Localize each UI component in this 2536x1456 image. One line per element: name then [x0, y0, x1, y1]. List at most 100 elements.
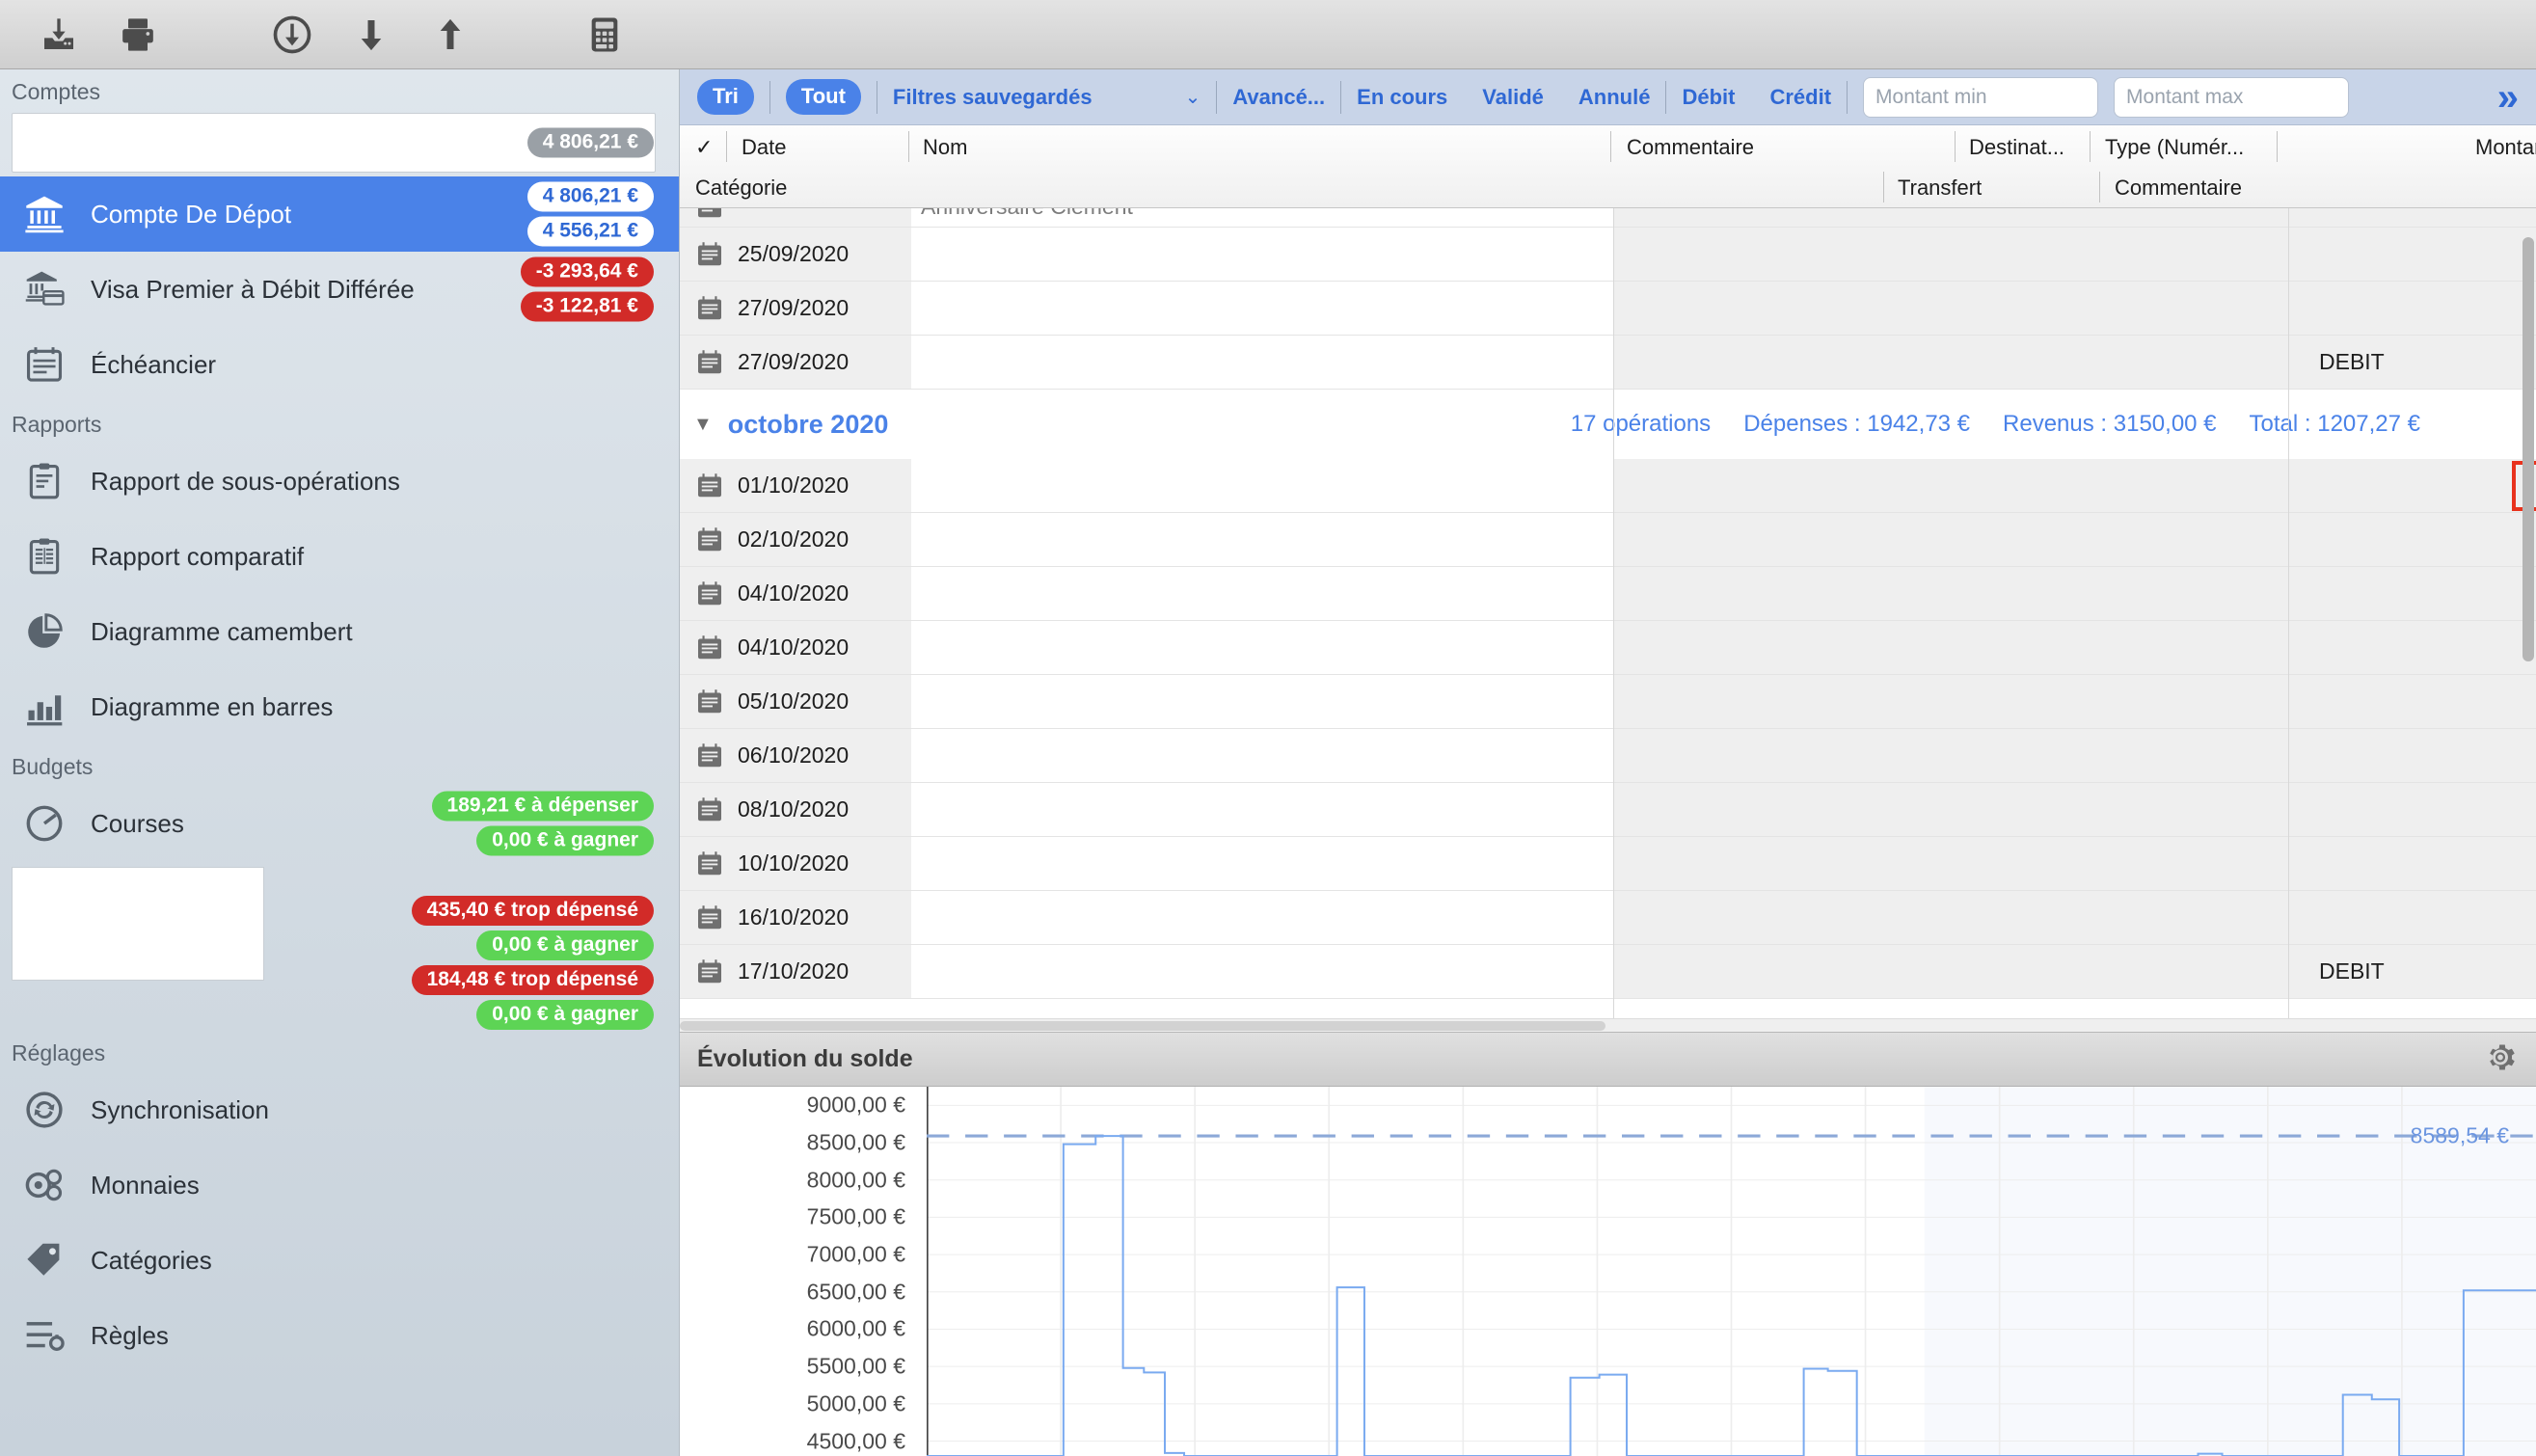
- row-type[interactable]: DEBIT: [2319, 336, 2385, 389]
- row-date-cell[interactable]: 08/10/2020: [680, 783, 911, 836]
- row-name[interactable]: Anniversaire Clement: [921, 208, 1133, 227]
- row-date-cell[interactable]: 06/10/2020: [680, 729, 911, 782]
- filter-valide[interactable]: Validé: [1482, 85, 1544, 110]
- calendar-icon: [695, 526, 724, 554]
- column-header-transfert[interactable]: Transfert: [1898, 175, 1982, 201]
- row-date-cell[interactable]: 16/10/2020: [680, 891, 911, 944]
- sidebar-item-diagramme-camembert[interactable]: Diagramme camembert: [0, 594, 679, 669]
- table-row[interactable]: 17/10/2020 DEBIT -14,70 € 1 109,82 €: [680, 945, 2536, 999]
- download-circle-icon[interactable]: [253, 7, 332, 63]
- table-row[interactable]: 02/10/2020 -8,40 € 2 711,44 € Internet/.…: [680, 513, 2536, 567]
- calculator-icon[interactable]: [565, 7, 644, 63]
- row-date-cell[interactable]: 04/10/2020: [680, 621, 911, 674]
- arrow-down-icon[interactable]: [332, 7, 411, 63]
- table-row[interactable]: 25/09/2020 -8,40 € -270,85 € Internet/..…: [680, 228, 2536, 282]
- column-header-commentaire[interactable]: Commentaire: [1627, 135, 1754, 160]
- sort-pill-button[interactable]: Tri: [697, 79, 754, 115]
- calendar-icon: [695, 741, 724, 770]
- table-row[interactable]: 01/10/2020 -148,11 € 2 719,84 € V...: [680, 459, 2536, 513]
- budget-badges-2: 435,40 € trop dépensé 0,00 € à gagner 18…: [411, 896, 654, 1031]
- column-header-categorie[interactable]: Catégorie: [695, 175, 787, 201]
- row-amount[interactable]: -74,40 €: [2512, 891, 2536, 944]
- row-amount[interactable]: -183,80 €: [2512, 837, 2536, 890]
- row-amount[interactable]: 100,00 €: [2512, 208, 2536, 227]
- column-header-date[interactable]: Date: [742, 135, 786, 160]
- budget-detail-box[interactable]: [12, 867, 264, 981]
- gear-icon[interactable]: [2484, 1040, 2517, 1078]
- sidebar-item-rapport-sous-operations[interactable]: Rapport de sous-opérations: [0, 444, 679, 519]
- row-amount[interactable]: -37,00 €: [2512, 783, 2536, 836]
- table-row[interactable]: 04/10/2020 -49,90 € 2 661,54 € TV: [680, 567, 2536, 621]
- table-column-headers: ✓ Date Nom Commentaire Destinat... Type …: [680, 125, 2536, 208]
- row-amount[interactable]: -75,00 €: [2512, 729, 2536, 782]
- sidebar-item-budget-courses[interactable]: Courses 189,21 € à dépenser 0,00 € à gag…: [0, 786, 679, 861]
- table-row[interactable]: 08/10/2020 -37,00 € 1 382,72 € Internet/…: [680, 783, 2536, 837]
- import-icon[interactable]: [19, 7, 98, 63]
- amount-min-input[interactable]: [1863, 76, 2099, 118]
- row-date-cell[interactable]: 05/10/2020: [680, 675, 911, 728]
- table-row[interactable]: 06/10/2020 -75,00 € 1 419,72 €: [680, 729, 2536, 783]
- table-horizontal-scrollbar[interactable]: [680, 1018, 2536, 1032]
- print-icon[interactable]: [98, 7, 177, 63]
- column-header-commentaire-2[interactable]: Commentaire: [2115, 175, 2242, 201]
- row-date-cell[interactable]: 27/09/2020: [680, 282, 911, 335]
- row-amount[interactable]: -14,70 €: [2512, 945, 2536, 998]
- chevron-double-right-icon[interactable]: »: [2497, 78, 2523, 117]
- chart-plot-area[interactable]: 9000,00 € 8500,00 € 8000,00 € 7500,00 € 7000…: [680, 1087, 2536, 1456]
- filter-en-cours[interactable]: En cours: [1357, 85, 1447, 110]
- row-amount[interactable]: -166,82 €: [2512, 675, 2536, 728]
- row-date-cell[interactable]: 04/10/2020: [680, 567, 911, 620]
- column-header-destinataire[interactable]: Destinat...: [1969, 135, 2064, 160]
- arrow-up-icon[interactable]: [411, 7, 490, 63]
- row-date-cell[interactable]: 10/10/2020: [680, 837, 911, 890]
- sidebar-item-visa-premier[interactable]: Visa Premier à Débit Différée -3 293,64 …: [0, 252, 679, 327]
- column-header-montant[interactable]: Montant: [2475, 135, 2536, 160]
- filter-debit[interactable]: Débit: [1682, 85, 1735, 110]
- row-date-cell[interactable]: 25/09/2020: [680, 228, 911, 281]
- saved-filters-dropdown[interactable]: Filtres sauvegardés ⌄: [893, 85, 1201, 110]
- transactions-table[interactable]: Anniversaire Clement 100,00 € -262,45 € …: [680, 208, 2536, 1018]
- accounts-total-badge: 4 806,21 €: [526, 127, 654, 158]
- row-date-cell[interactable]: 17/10/2020: [680, 945, 911, 998]
- month-group-header[interactable]: ▼ octobre 2020 17 opérations Dépenses : …: [680, 390, 2536, 459]
- sidebar-item-compte-de-depot[interactable]: Compte De Dépot 4 806,21 € 4 556,21 €: [0, 176, 679, 252]
- y-axis-tick-label: 8000,00 €: [806, 1167, 905, 1193]
- sidebar-item-categories[interactable]: Catégories: [0, 1223, 679, 1298]
- row-date-cell[interactable]: [680, 208, 911, 227]
- column-header-nom[interactable]: Nom: [923, 135, 967, 160]
- table-row[interactable]: Anniversaire Clement 100,00 € -262,45 €: [680, 208, 2536, 228]
- row-type[interactable]: DEBIT: [2319, 945, 2385, 998]
- table-row[interactable]: 05/10/2020 -166,82 € 1 494,72 € Auto/Mot…: [680, 675, 2536, 729]
- chart-reference-label: 8589,54 €: [2410, 1122, 2509, 1148]
- row-date-cell[interactable]: 02/10/2020: [680, 513, 911, 566]
- calendar-icon: [695, 957, 724, 986]
- calendar-icon: [695, 849, 724, 878]
- main-panel: Tri Tout Filtres sauvegardés ⌄ Avancé...…: [680, 69, 2536, 1456]
- table-row[interactable]: 16/10/2020 -74,40 € 1 124,52 €: [680, 891, 2536, 945]
- budget-over-badge: 435,40 € trop dépensé: [411, 896, 654, 927]
- advanced-filter-button[interactable]: Avancé...: [1232, 85, 1325, 110]
- column-header-type[interactable]: Type (Numér...: [2105, 135, 2244, 160]
- table-row[interactable]: 27/09/2020 DEBIT -11,20 € 2 867,95 € Int…: [680, 336, 2536, 390]
- filter-credit[interactable]: Crédit: [1769, 85, 1831, 110]
- row-date-cell[interactable]: 27/09/2020: [680, 336, 911, 389]
- filter-annule[interactable]: Annulé: [1578, 85, 1651, 110]
- triangle-down-icon[interactable]: ▼: [693, 414, 713, 436]
- column-header-check[interactable]: ✓: [695, 135, 713, 160]
- sidebar-item-diagramme-barres[interactable]: Diagramme en barres: [0, 669, 679, 744]
- all-pill-button[interactable]: Tout: [785, 79, 861, 115]
- table-row[interactable]: 27/09/2020 3: [680, 282, 2536, 336]
- sidebar-item-synchronisation[interactable]: Synchronisation: [0, 1072, 679, 1147]
- calendar-icon: [695, 903, 724, 932]
- coins-icon: [19, 1160, 69, 1210]
- row-date-cell[interactable]: 01/10/2020: [680, 459, 911, 512]
- account-balance-badge: 4 806,21 €: [526, 181, 654, 212]
- table-vertical-scrollbar[interactable]: [2523, 237, 2534, 661]
- amount-max-input[interactable]: [2114, 76, 2350, 118]
- sidebar-item-echeancier[interactable]: Échéancier: [0, 327, 679, 402]
- sidebar-item-monnaies[interactable]: Monnaies: [0, 1147, 679, 1223]
- table-row[interactable]: 04/10/2020 -1000,00 € 1 661,54 € Prêt Im…: [680, 621, 2536, 675]
- table-row[interactable]: 10/10/2020 -183,80 € 1 198,92 € Auto/Mot…: [680, 837, 2536, 891]
- sidebar-item-rapport-comparatif[interactable]: Rapport comparatif: [0, 519, 679, 594]
- sidebar-item-regles[interactable]: Règles: [0, 1298, 679, 1373]
